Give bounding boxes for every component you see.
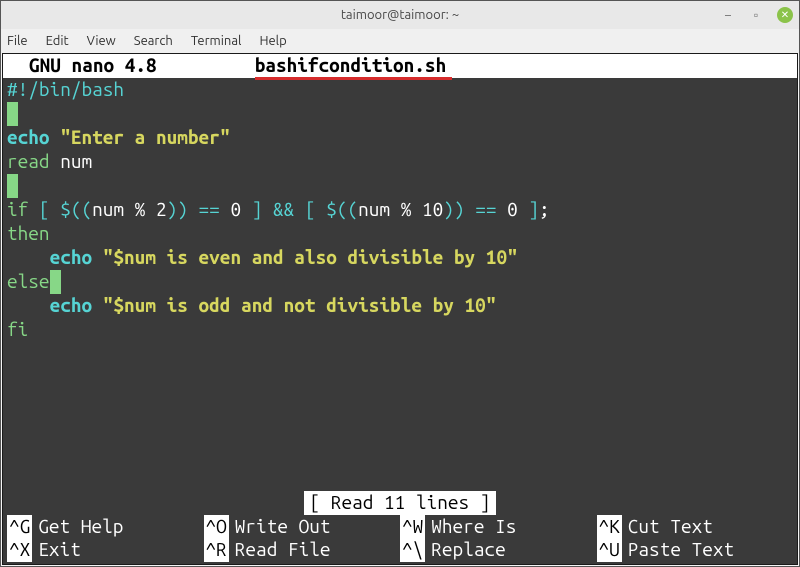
shebang-line: #!/bin/bash [7,78,124,100]
nano-header: GNU nano 4.8 bashifcondition.sh [3,54,797,78]
shortcut-paste-text: ^UPaste Text [597,538,794,562]
nano-filename: bashifcondition.sh [255,54,447,78]
shortcut-exit: ^XExit [7,538,204,562]
shortcut-write-out: ^OWrite Out [204,515,401,539]
shortcut-replace: ^\Replace [400,538,597,562]
shortcut-cut-text: ^KCut Text [597,515,794,539]
nano-app-name: GNU nano 4.8 [29,54,157,78]
menu-edit[interactable]: Edit [46,34,69,48]
menu-view[interactable]: View [87,34,116,48]
minimize-button[interactable]: – [721,8,735,22]
cursor-spot [50,270,61,294]
menu-help[interactable]: Help [259,34,286,48]
window-title: taimoor@taimoor: ~ [341,8,459,22]
window-controls: – ▫ ✕ [721,1,793,29]
menu-search[interactable]: Search [134,34,173,48]
window-titlebar: taimoor@taimoor: ~ – ▫ ✕ [1,1,799,29]
close-button[interactable]: ✕ [777,7,793,23]
shortcut-bar: ^GGet Help ^OWrite Out ^WWhere Is ^KCut … [3,515,797,565]
menu-terminal[interactable]: Terminal [191,34,242,48]
shortcut-get-help: ^GGet Help [7,515,204,539]
menu-file[interactable]: File [7,34,28,48]
nano-status: [ Read 11 lines ] [304,491,497,515]
terminal-area[interactable]: GNU nano 4.8 bashifcondition.sh #!/bin/b… [2,53,798,565]
shortcut-where-is: ^WWhere Is [400,515,597,539]
cursor-spot [7,102,18,126]
cursor-spot [7,174,18,198]
menu-bar: File Edit View Search Terminal Help [1,29,799,53]
shortcut-read-file: ^RRead File [204,538,401,562]
filename-underline [255,77,453,80]
editor-content: #!/bin/bash echo "Enter a number" read n… [3,78,797,342]
maximize-button[interactable]: ▫ [749,8,763,22]
nano-footer: [ Read 11 lines ] ^GGet Help ^OWrite Out… [3,491,797,564]
